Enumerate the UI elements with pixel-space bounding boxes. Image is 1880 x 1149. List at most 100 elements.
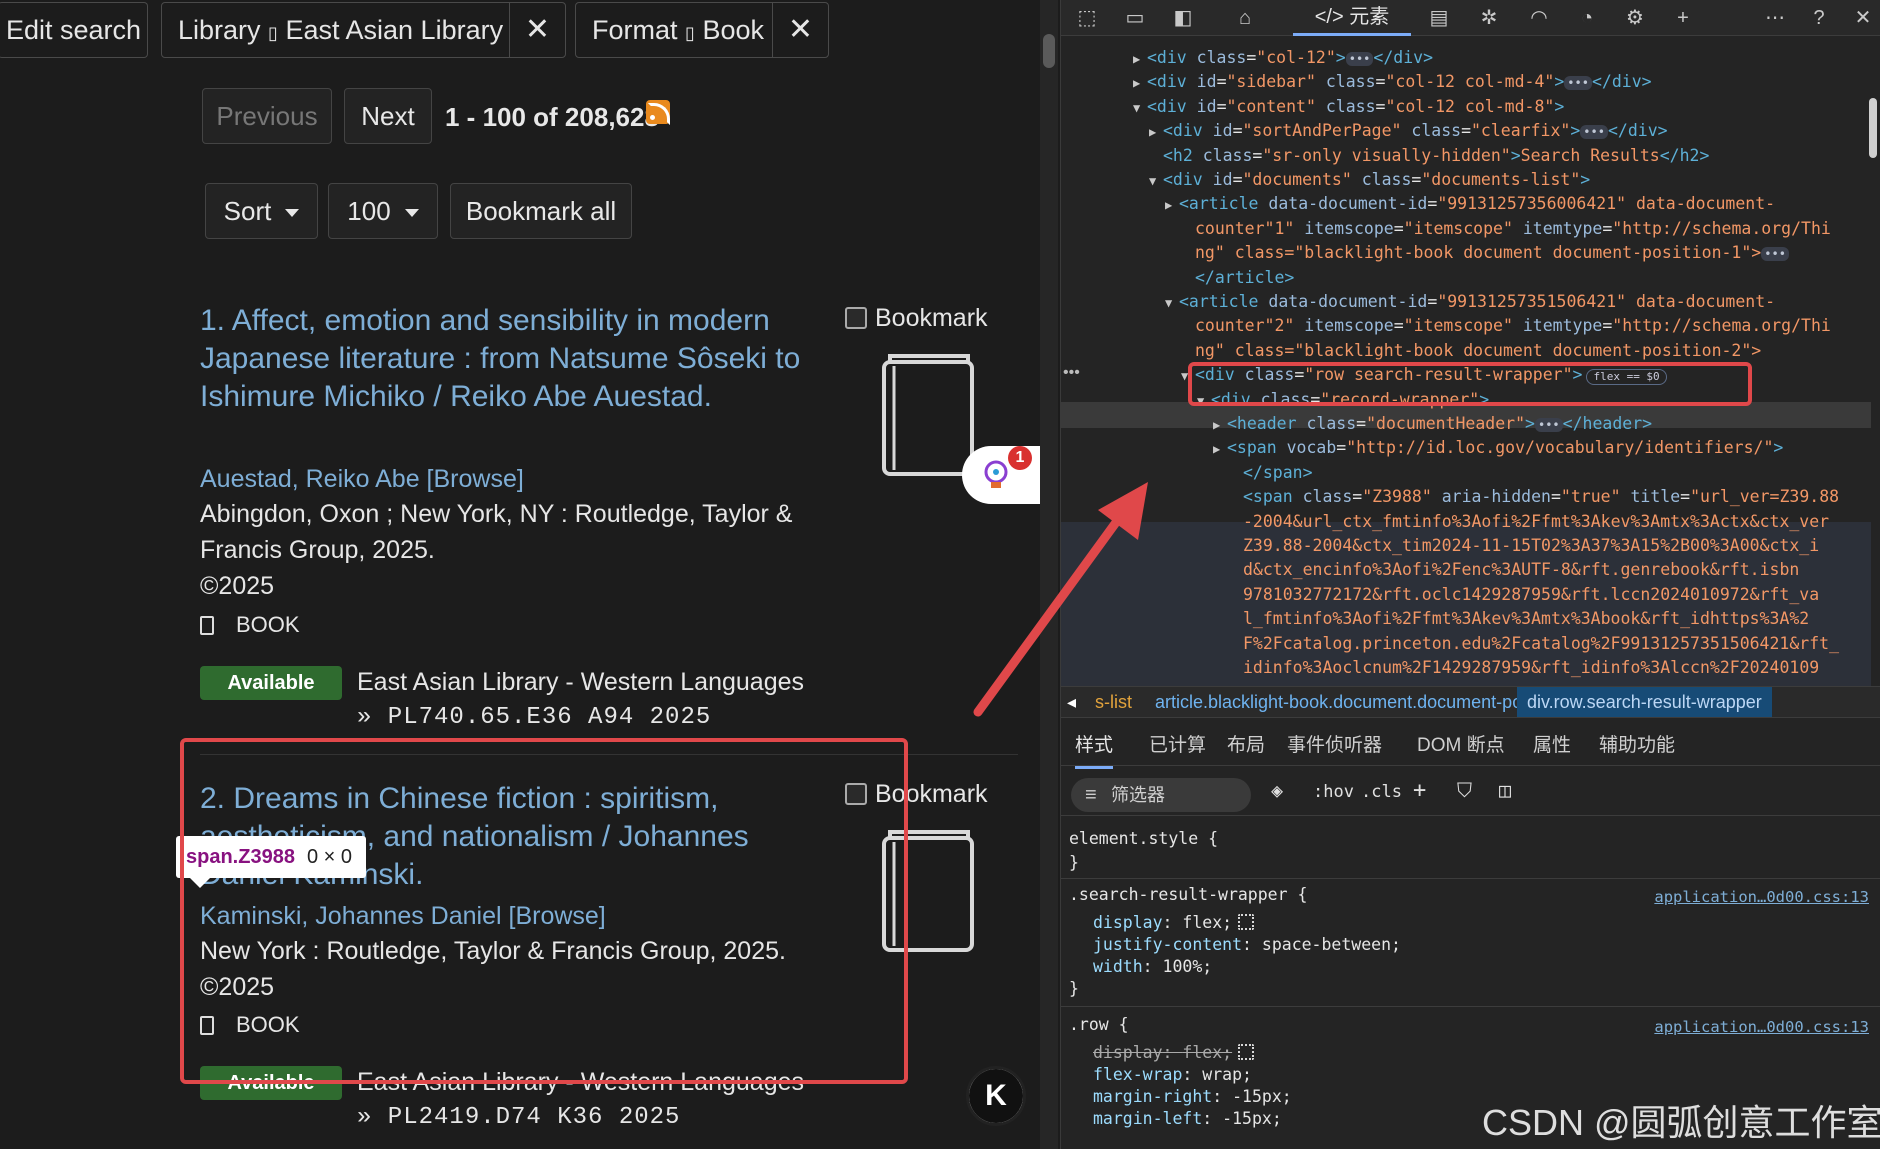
next-page-button[interactable]: Next bbox=[344, 88, 432, 144]
console-icon[interactable]: ▤ bbox=[1427, 6, 1451, 30]
css-declaration[interactable]: display: flex; bbox=[1093, 912, 1255, 934]
result-title-link[interactable]: 1. Affect, emotion and sensibility in mo… bbox=[200, 302, 820, 416]
dom-node-line[interactable]: ▶ <span vocab="http://id.loc.gov/vocabula… bbox=[1213, 436, 1783, 460]
help-icon[interactable]: ? bbox=[1807, 6, 1831, 30]
author-link[interactable]: Auestad, Reiko Abe [Browse] bbox=[200, 465, 524, 494]
add-tab-icon[interactable]: + bbox=[1671, 6, 1695, 30]
scrollbar-thumb[interactable] bbox=[1869, 98, 1877, 158]
page-scrollbar[interactable] bbox=[1040, 0, 1058, 1149]
rule-source-link[interactable]: application…0d00.css:13 bbox=[1654, 1018, 1869, 1036]
rule-source-link[interactable]: application…0d00.css:13 bbox=[1654, 888, 1869, 906]
rss-icon[interactable] bbox=[646, 100, 670, 125]
dom-node-line[interactable]: ▶ <header class="documentHeader"> ••• </hea… bbox=[1213, 412, 1652, 436]
computed-sidebar-icon[interactable]: ◫ bbox=[1499, 778, 1511, 802]
bug-icon[interactable]: ✲ bbox=[1477, 6, 1501, 30]
tab-properties[interactable]: 属性 bbox=[1533, 726, 1571, 766]
dom-node-line[interactable]: <h2 class="sr-only visually-hidden">Sear… bbox=[1149, 144, 1709, 168]
dom-node-line[interactable]: counter"1" itemscope="itemscope" itemtyp… bbox=[1181, 217, 1831, 241]
expanded-triangle-icon[interactable]: ▼ bbox=[1133, 96, 1147, 120]
collapsed-content-ellipsis[interactable]: ••• bbox=[1564, 76, 1592, 91]
network-icon[interactable]: ◠ bbox=[1527, 6, 1551, 30]
styles-filter-input[interactable]: 筛选器 bbox=[1071, 778, 1251, 812]
row-ellipsis-icon[interactable]: ••• bbox=[1063, 364, 1080, 382]
flex-editor-icon[interactable] bbox=[1238, 1044, 1255, 1060]
css-declaration[interactable]: flex-wrap: wrap; bbox=[1093, 1064, 1252, 1086]
collapsed-triangle-icon[interactable]: ▶ bbox=[1133, 71, 1147, 95]
hover-state-toggle[interactable]: :hov bbox=[1313, 782, 1354, 802]
call-number[interactable]: » PL740.65.E36 A94 2025 bbox=[357, 704, 711, 731]
breadcrumb-current[interactable]: div.row.search-result-wrapper bbox=[1517, 687, 1772, 717]
dom-node-line[interactable]: ▶ <div id="sortAndPerPage" class="clearfi… bbox=[1149, 119, 1668, 143]
sidebar-toggle-icon[interactable]: ◧ bbox=[1171, 6, 1195, 30]
remove-format-filter-button[interactable]: ✕ bbox=[772, 3, 828, 57]
collapsed-triangle-icon[interactable]: ▶ bbox=[1213, 437, 1227, 461]
call-number[interactable]: » PL2419.D74 K36 2025 bbox=[357, 1104, 680, 1131]
expanded-triangle-icon[interactable]: ▼ bbox=[1149, 169, 1163, 193]
tab-computed[interactable]: 已计算 bbox=[1149, 726, 1206, 766]
collapsed-content-ellipsis[interactable]: ••• bbox=[1761, 247, 1789, 262]
tab-event-listeners[interactable]: 事件侦听器 bbox=[1287, 726, 1382, 766]
collapsed-content-ellipsis[interactable]: ••• bbox=[1580, 125, 1608, 140]
library-filter-pill[interactable]: Library ▯ East Asian Library ✕ bbox=[161, 2, 566, 58]
css-declaration[interactable]: display: flex; bbox=[1093, 1042, 1255, 1064]
dom-tree[interactable]: ▶ <div class="col-12"> ••• </div> ▶ <div id="… bbox=[1061, 40, 1871, 718]
remove-library-filter-button[interactable]: ✕ bbox=[509, 3, 565, 57]
dom-node-line[interactable]: l_fmtinfo%3Aofi%2Ffmt%3Akev%3Amtx%3Abook… bbox=[1229, 607, 1809, 631]
paint-icon[interactable]: ⛉ bbox=[1457, 778, 1472, 802]
tab-accessibility[interactable]: 辅助功能 bbox=[1599, 726, 1675, 766]
dom-node-line[interactable]: <span class="Z3988" aria-hidden="true" t… bbox=[1229, 485, 1839, 509]
collapsed-triangle-icon[interactable]: ▶ bbox=[1149, 120, 1163, 144]
tab-elements[interactable]: </> 元素 bbox=[1293, 0, 1411, 36]
dom-scrollbar[interactable] bbox=[1867, 40, 1879, 680]
bookmark-toggle[interactable]: Bookmark bbox=[845, 304, 988, 333]
expanded-triangle-icon[interactable]: ▼ bbox=[1165, 291, 1179, 315]
sort-dropdown[interactable]: Sort bbox=[205, 183, 318, 239]
css-declaration[interactable]: margin-right: -15px; bbox=[1093, 1086, 1292, 1108]
new-rule-icon[interactable]: + bbox=[1413, 778, 1426, 803]
edit-search-button[interactable]: Edit search bbox=[0, 2, 148, 58]
dom-node-line[interactable]: ng" class="blacklight-book document docu… bbox=[1181, 241, 1789, 265]
css-declaration[interactable]: justify-content: space-between; bbox=[1093, 934, 1401, 956]
collapsed-triangle-icon[interactable]: ▶ bbox=[1133, 47, 1147, 71]
inspect-element-icon[interactable]: ⬚ bbox=[1075, 6, 1099, 30]
previous-page-button[interactable]: Previous bbox=[202, 88, 332, 144]
collapsed-content-ellipsis[interactable]: ••• bbox=[1534, 418, 1563, 432]
collapsed-content-ellipsis[interactable]: ••• bbox=[1345, 52, 1374, 66]
flex-editor-icon[interactable] bbox=[1238, 914, 1255, 930]
dom-node-line[interactable]: ▼ <div id="content" class="col-12 col-md-… bbox=[1133, 95, 1564, 119]
dom-node-line[interactable]: </span> bbox=[1229, 461, 1313, 485]
class-toggle[interactable]: .cls bbox=[1361, 782, 1402, 802]
tab-layout[interactable]: 布局 bbox=[1227, 726, 1265, 766]
dom-node-line[interactable]: ▶ <article data-document-id="991312573560… bbox=[1165, 192, 1775, 216]
dom-node-line[interactable]: </article> bbox=[1181, 266, 1294, 290]
dom-node-line[interactable]: counter"2" itemscope="itemscope" itemtyp… bbox=[1181, 314, 1831, 338]
scrollbar-thumb[interactable] bbox=[1043, 34, 1055, 68]
collapsed-triangle-icon[interactable]: ▶ bbox=[1213, 413, 1227, 437]
dom-node-line[interactable]: idinfo%3Aoclcnum%2F1429287959&rft_idinfo… bbox=[1229, 656, 1819, 680]
per-page-dropdown[interactable]: 100 bbox=[328, 183, 438, 239]
dom-node-line[interactable]: ▼ <div id="documents" class="documents-li… bbox=[1149, 168, 1590, 192]
tab-dom-breakpoints[interactable]: DOM 断点 bbox=[1417, 726, 1505, 766]
bookmark-checkbox[interactable] bbox=[845, 307, 867, 329]
breadcrumb-item[interactable]: s-list bbox=[1095, 687, 1132, 717]
dom-node-line[interactable]: ▶ <div class="col-12"> ••• </div> bbox=[1133, 46, 1433, 70]
dom-node-line[interactable]: ▶ <div id="sidebar" class="col-12 col-md-… bbox=[1133, 70, 1652, 94]
more-options-icon[interactable]: ⋯ bbox=[1763, 6, 1787, 30]
performance-icon[interactable]: ◔ bbox=[1575, 6, 1599, 30]
dom-node-line[interactable]: d&ctx_encinfo%3Aofi%2Fenc%3AUTF-8&rft.ge… bbox=[1229, 558, 1799, 582]
dom-node-line[interactable]: ng" class="blacklight-book document docu… bbox=[1181, 339, 1761, 363]
device-toolbar-icon[interactable]: ▭ bbox=[1123, 6, 1147, 30]
dom-node-line[interactable]: Z39.88-2004&ctx_tim2024-11-15T02%3A37%3A… bbox=[1229, 534, 1819, 558]
bookmark-all-button[interactable]: Bookmark all bbox=[450, 183, 632, 239]
k-floating-button[interactable]: K bbox=[966, 1066, 1026, 1126]
layers-icon[interactable]: ◈ bbox=[1271, 778, 1283, 802]
assistant-widget[interactable]: 1 bbox=[962, 446, 1040, 504]
home-icon[interactable]: ⌂ bbox=[1233, 6, 1257, 30]
css-declaration[interactable]: width: 100%; bbox=[1093, 956, 1212, 978]
dom-node-line[interactable]: F%2Fcatalog.princeton.edu%2Fcatalog%2F99… bbox=[1229, 632, 1839, 656]
dom-node-line[interactable]: 9781032772172&rft.oclc1429287959&rft.lcc… bbox=[1229, 583, 1819, 607]
dom-node-line[interactable]: ▼ <article data-document-id="991312573515… bbox=[1165, 290, 1775, 314]
dom-node-line[interactable]: -2004&url_ctx_fmtinfo%3Aofi%2Ffmt%3Akev%… bbox=[1229, 510, 1829, 534]
format-filter-pill[interactable]: Format ▯ Book ✕ bbox=[575, 2, 829, 58]
collapsed-triangle-icon[interactable]: ▶ bbox=[1165, 193, 1179, 217]
